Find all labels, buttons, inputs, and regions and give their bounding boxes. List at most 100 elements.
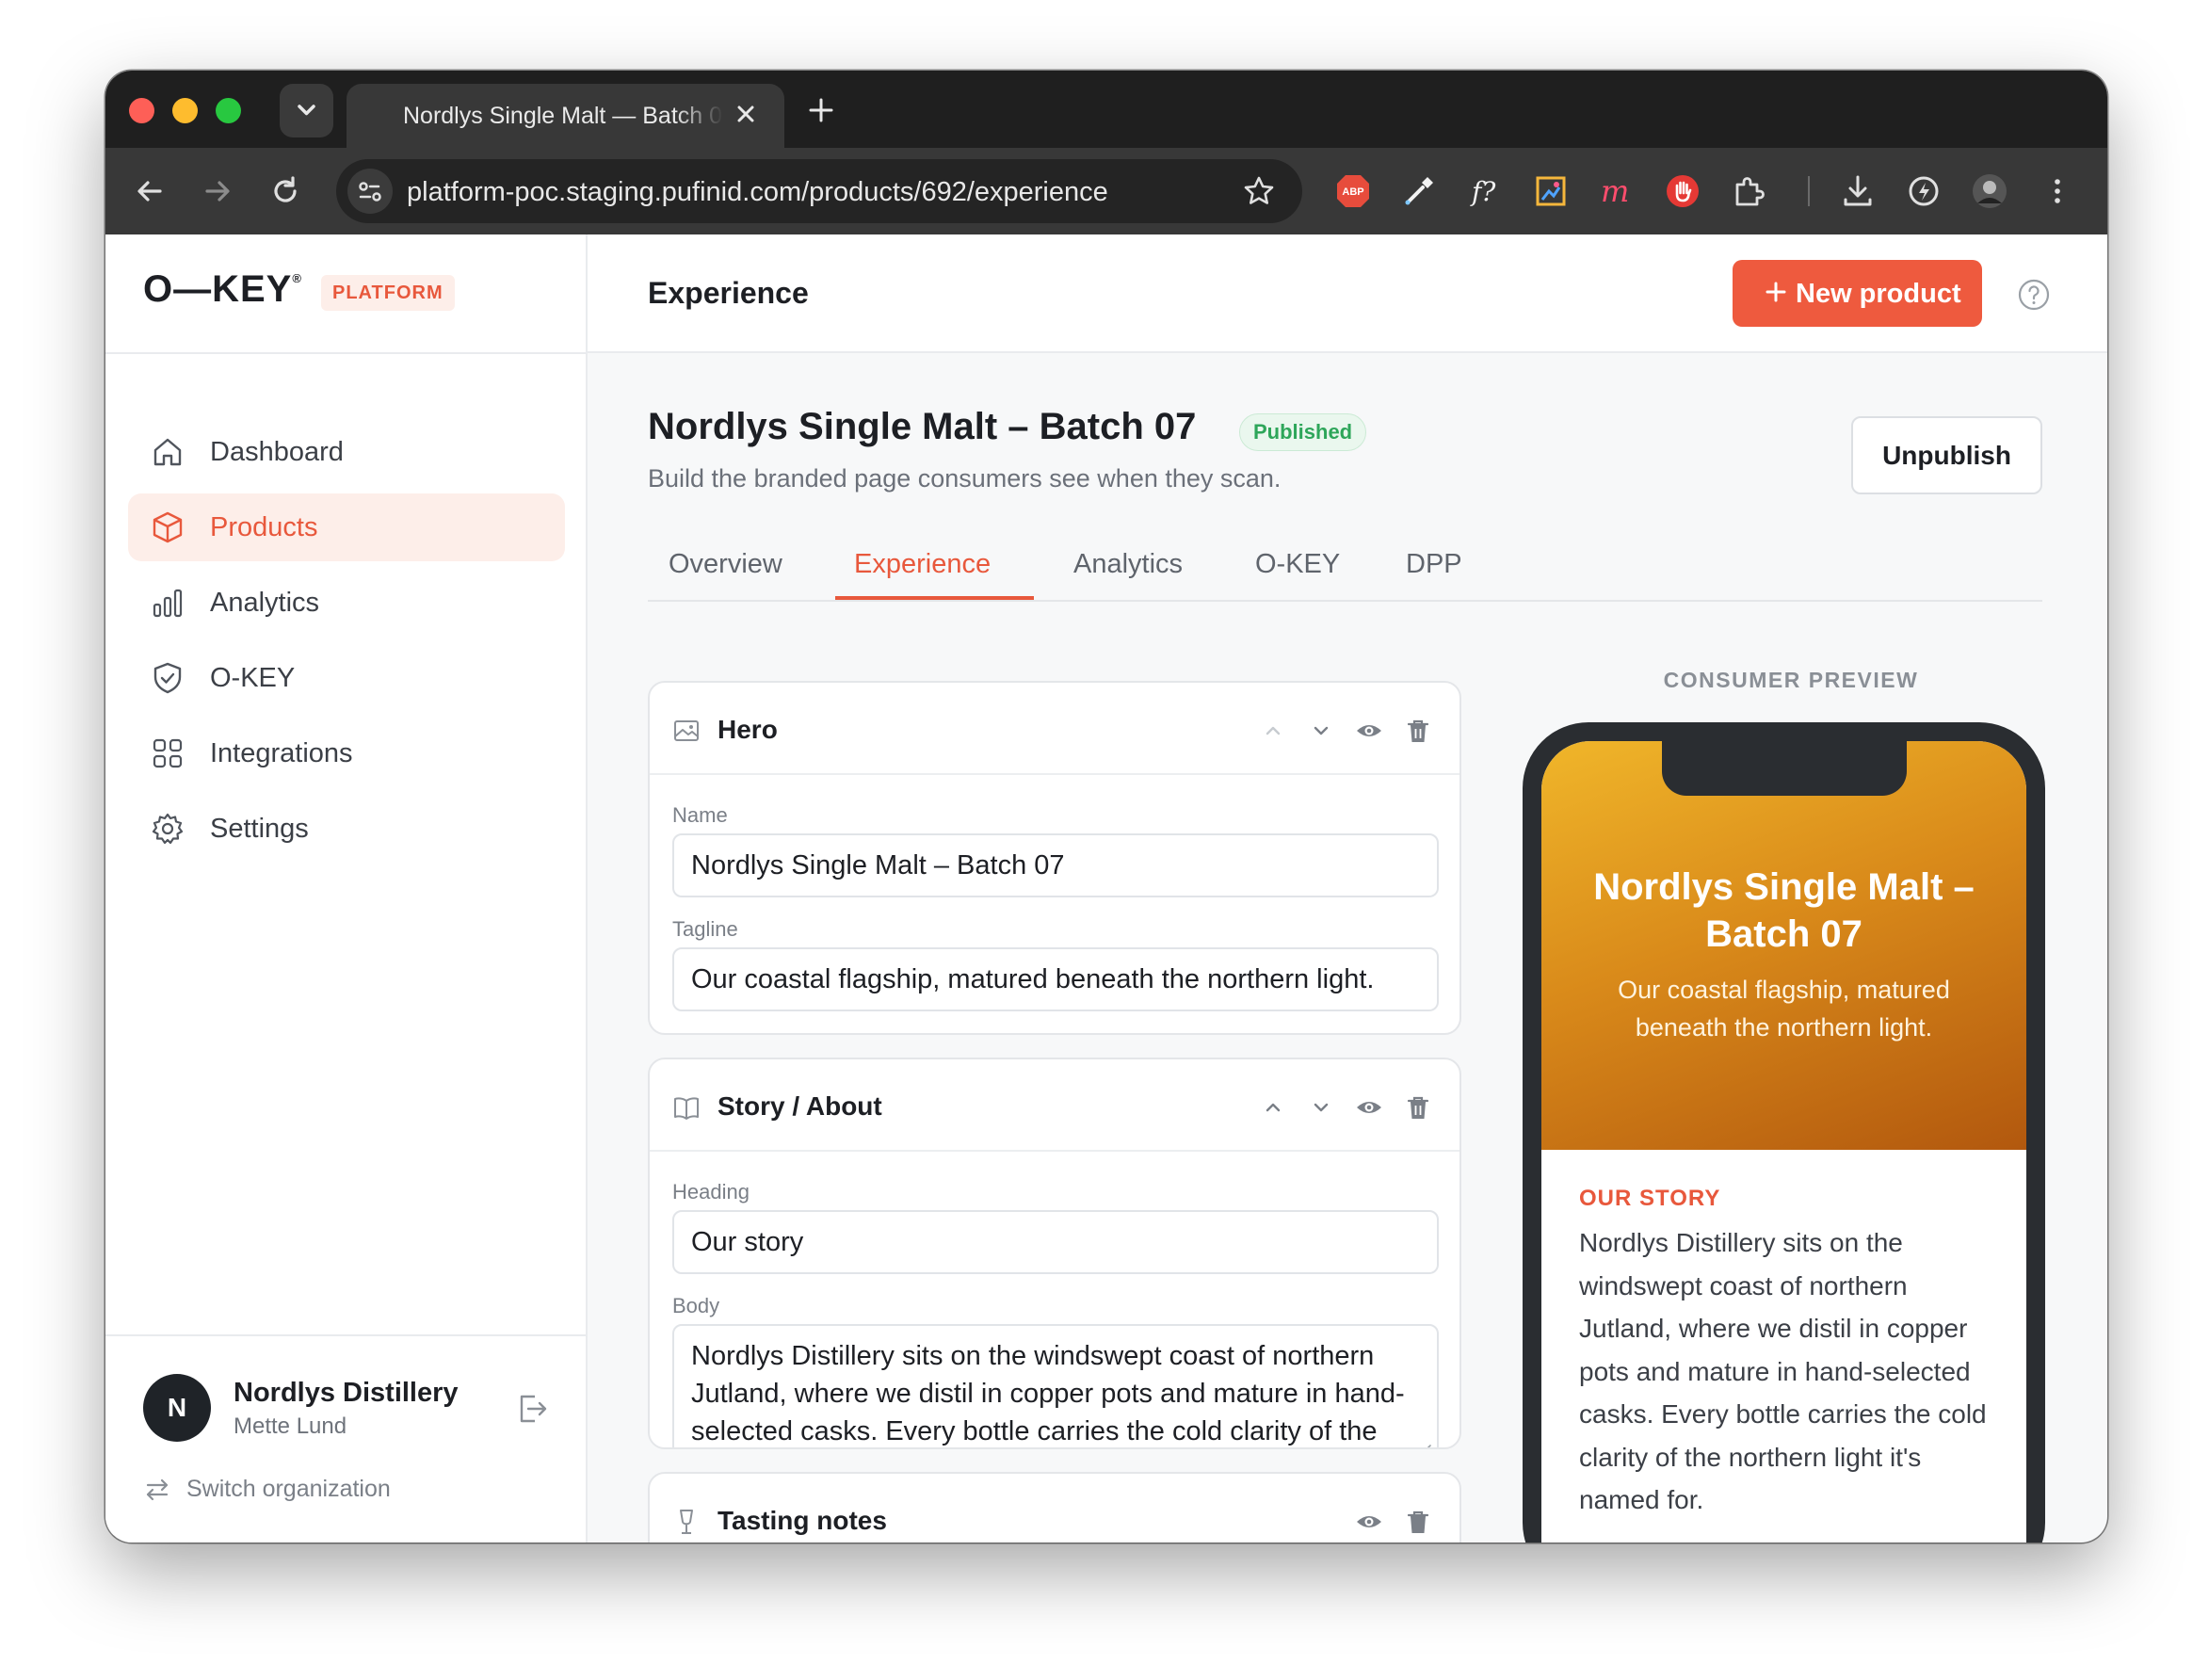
preview-story-body: Nordlys Distillery sits on the windswept… <box>1579 1228 1987 1514</box>
sidebar-item-label: O-KEY <box>210 663 296 693</box>
heading-label: Heading <box>672 1180 750 1203</box>
browser-tab-active[interactable]: Nordlys Single Malt — Batch 07 <box>347 84 784 148</box>
app-logo[interactable]: O—KEY® <box>143 268 302 311</box>
eye-icon[interactable] <box>1355 1508 1383 1536</box>
resize-handle-icon[interactable] <box>1416 1441 1431 1447</box>
back-icon[interactable] <box>131 172 169 210</box>
puzzle-extensions-icon[interactable] <box>1729 171 1768 211</box>
browser-menu-icon[interactable] <box>2038 171 2077 211</box>
chevron-up-icon[interactable] <box>1259 1093 1287 1122</box>
help-icon[interactable] <box>2017 278 2051 312</box>
address-bar[interactable]: platform-poc.staging.pufinid.com/product… <box>336 159 1302 223</box>
page-header: Experience New product <box>588 234 2107 353</box>
chevron-down-icon[interactable] <box>1307 1093 1335 1122</box>
eye-icon[interactable] <box>1355 1093 1383 1122</box>
name-label: Name <box>672 803 728 827</box>
adblock-extension-icon[interactable]: ABP <box>1333 171 1373 211</box>
bar-chart-icon <box>151 586 185 620</box>
site-settings-icon[interactable] <box>347 169 393 214</box>
tasting-notes-section-card: Tasting notes <box>648 1472 1461 1543</box>
gear-icon <box>151 812 185 846</box>
phone-screen: Nordlys Single Malt – Batch 07 Our coast… <box>1541 741 2026 1543</box>
tab-experience[interactable]: Experience <box>854 549 991 580</box>
font-extension-icon[interactable]: f? <box>1465 171 1505 211</box>
home-icon <box>151 435 185 469</box>
main-content: Experience New product Nordlys Single Ma… <box>588 234 2107 1543</box>
box-icon <box>151 510 185 544</box>
sidebar-divider <box>105 352 586 354</box>
body-text: Nordlys Distillery sits on the windswept… <box>691 1341 1405 1446</box>
sidebar: O—KEY® PLATFORM Dashboard Products Analy… <box>105 234 588 1543</box>
tagline-input[interactable]: Our coastal flagship, matured beneath th… <box>672 947 1439 1011</box>
switch-organization-link[interactable]: Switch organization <box>186 1476 391 1503</box>
plus-icon <box>1759 275 1793 309</box>
app-root: O—KEY® PLATFORM Dashboard Products Analy… <box>105 234 2107 1543</box>
downloads-icon[interactable] <box>1838 171 1878 211</box>
maximize-window-button[interactable] <box>216 98 241 123</box>
section-title: Hero <box>718 715 778 744</box>
bookmark-star-icon[interactable] <box>1240 172 1278 210</box>
url-text: platform-poc.staging.pufinid.com/product… <box>407 177 1108 207</box>
eye-icon[interactable] <box>1355 717 1383 745</box>
color-picker-extension-icon[interactable] <box>1531 171 1571 211</box>
svg-text:m: m <box>1601 173 1629 209</box>
new-product-button[interactable]: New product <box>1733 260 1982 327</box>
section-header: Story / About <box>650 1059 1459 1152</box>
performance-icon[interactable] <box>1904 171 1943 211</box>
tab-overview[interactable]: Overview <box>669 549 782 580</box>
tab-search-button[interactable] <box>280 84 333 137</box>
sidebar-item-label: Analytics <box>210 588 320 618</box>
heading-input[interactable]: Our story <box>672 1210 1439 1274</box>
org-user: Mette Lund <box>234 1413 347 1439</box>
page-title: Nordlys Single Malt – Batch 07 <box>648 406 1197 447</box>
tab-close-icon[interactable] <box>729 97 763 131</box>
new-tab-icon[interactable] <box>802 91 840 129</box>
reload-icon[interactable] <box>266 172 304 210</box>
svg-text:ABP: ABP <box>1342 186 1363 198</box>
forward-icon[interactable] <box>199 172 236 210</box>
book-icon <box>672 1093 701 1122</box>
section-header: Tasting notes <box>650 1474 1459 1543</box>
image-icon <box>672 717 701 745</box>
status-badge: Published <box>1239 413 1367 451</box>
stop-hand-extension-icon[interactable] <box>1663 171 1702 211</box>
tab-analytics[interactable]: Analytics <box>1073 549 1183 580</box>
eyedropper-extension-icon[interactable] <box>1399 171 1439 211</box>
sidebar-item-settings[interactable]: Settings <box>128 795 565 863</box>
logo-text: O—KEY <box>143 268 293 310</box>
page-subtitle: Build the branded page consumers see whe… <box>648 464 1282 493</box>
tab-strip: Nordlys Single Malt — Batch 07 <box>105 71 2107 148</box>
trash-icon[interactable] <box>1404 1093 1432 1122</box>
close-window-button[interactable] <box>129 98 154 123</box>
trash-icon[interactable] <box>1404 1508 1432 1536</box>
script-m-extension-icon[interactable]: m <box>1597 171 1637 211</box>
sidebar-item-dashboard[interactable]: Dashboard <box>128 418 565 486</box>
chevron-down-icon <box>298 105 315 116</box>
tab-dpp[interactable]: DPP <box>1406 549 1462 580</box>
chevron-up-icon[interactable] <box>1259 717 1287 745</box>
org-name: Nordlys Distillery <box>234 1378 459 1408</box>
switch-arrows-icon[interactable] <box>143 1476 171 1504</box>
consumer-preview-label: CONSUMER PREVIEW <box>1663 668 1919 692</box>
sidebar-item-products[interactable]: Products <box>128 493 565 561</box>
name-input[interactable]: Nordlys Single Malt – Batch 07 <box>672 833 1439 897</box>
unpublish-button[interactable]: Unpublish <box>1851 416 2042 494</box>
profile-avatar-icon[interactable] <box>1970 171 2009 211</box>
sidebar-item-label: Settings <box>210 814 309 844</box>
org-avatar: N <box>143 1374 211 1442</box>
browser-tab-title: Nordlys Single Malt — Batch 07 <box>403 103 723 129</box>
trash-icon[interactable] <box>1404 717 1432 745</box>
sidebar-item-okey[interactable]: O-KEY <box>128 644 565 712</box>
phone-notch <box>1662 741 1907 796</box>
sidebar-item-integrations[interactable]: Integrations <box>128 719 565 787</box>
story-section-card: Story / About Heading Our story Body Nor… <box>648 1058 1461 1449</box>
grid-icon <box>151 736 185 770</box>
tab-okey[interactable]: O-KEY <box>1255 549 1340 580</box>
shield-check-icon <box>151 661 185 695</box>
minimize-window-button[interactable] <box>172 98 198 123</box>
sidebar-item-analytics[interactable]: Analytics <box>128 569 565 637</box>
body-textarea[interactable]: Nordlys Distillery sits on the windswept… <box>672 1324 1439 1447</box>
sidebar-nav: Dashboard Products Analytics O-KEY Integ… <box>128 418 565 870</box>
logout-icon[interactable] <box>514 1391 550 1427</box>
chevron-down-icon[interactable] <box>1307 717 1335 745</box>
